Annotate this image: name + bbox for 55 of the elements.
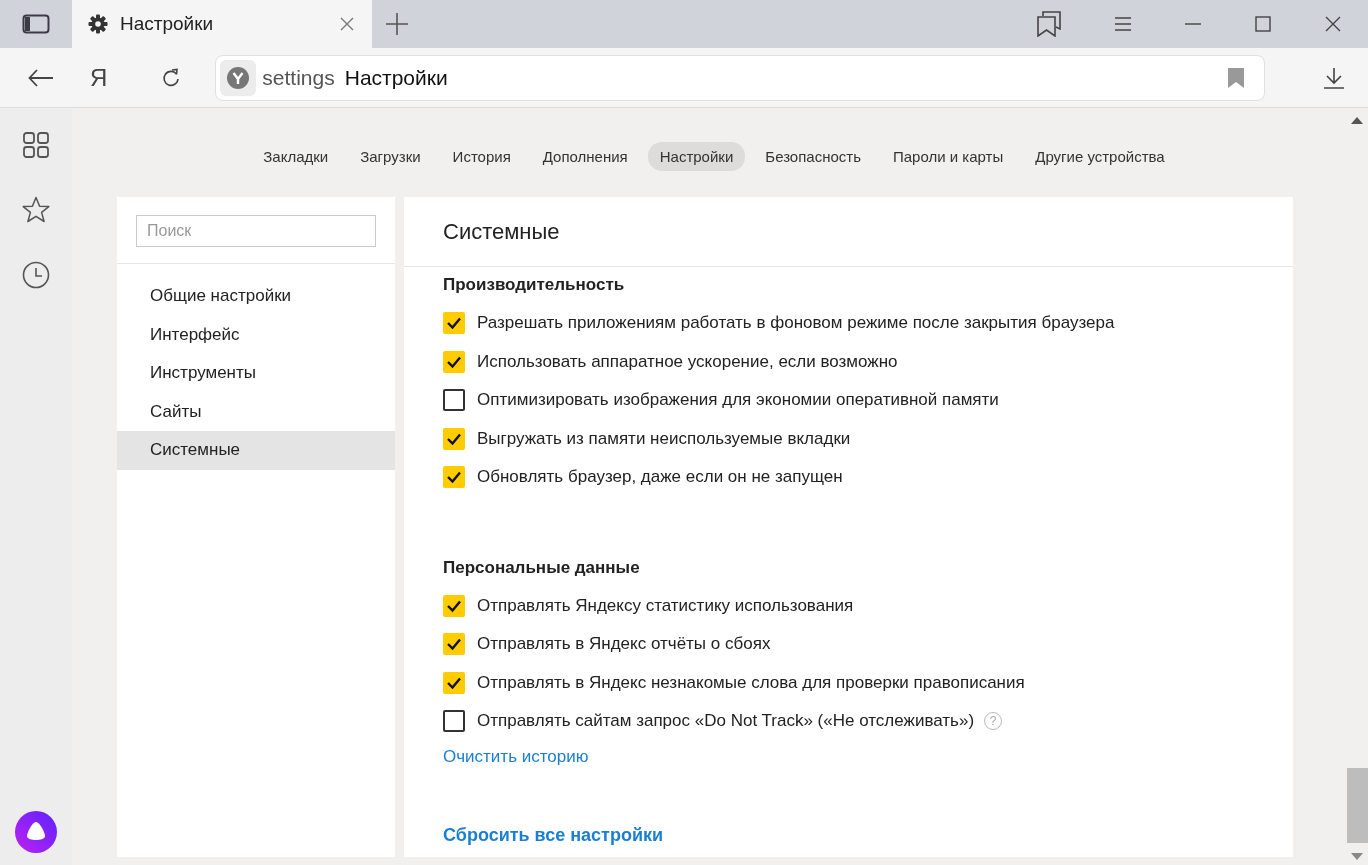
reset-settings-link[interactable]: Сбросить все настройки <box>443 824 664 846</box>
nav-tab[interactable]: Загрузки <box>348 142 433 171</box>
scroll-down-icon[interactable] <box>1351 853 1363 861</box>
sidebar-item[interactable]: Сайты <box>117 392 395 431</box>
sidebar-item[interactable]: Общие настройки <box>117 277 395 316</box>
option-label: Оптимизировать изображения для экономии оперативной памяти <box>477 390 999 411</box>
maximize-icon[interactable] <box>1255 16 1271 32</box>
page-title: Настройки <box>344 65 448 90</box>
assistant-icon[interactable] <box>15 811 57 853</box>
close-icon[interactable] <box>340 17 354 31</box>
nav-tab[interactable]: Закладки <box>251 142 341 171</box>
section-title: Системные <box>443 218 560 245</box>
option-label: Отправлять Яндексу статистику использования <box>477 595 854 616</box>
grid-icon[interactable] <box>23 132 49 158</box>
option-label: Отправлять в Яндекс незнакомые слова для проверки правописания <box>477 672 1025 693</box>
option-label: Использовать аппаратное ускорение, если возможно <box>477 351 898 372</box>
search-field[interactable]: Поиск <box>136 215 376 247</box>
new-tab-icon[interactable] <box>386 13 408 35</box>
checkbox[interactable] <box>443 710 465 733</box>
clock-icon[interactable] <box>22 261 50 289</box>
browser-tab[interactable]: Настройки <box>72 0 372 48</box>
reload-icon[interactable] <box>161 67 182 88</box>
menu-icon[interactable] <box>1115 17 1131 31</box>
option-label: Разрешать приложениям работать в фоновом режиме после закрытия браузера <box>477 313 1115 334</box>
nav-tab[interactable]: История <box>440 142 523 171</box>
url-text: settings <box>262 65 335 90</box>
nav-tab[interactable]: Пароли и карты <box>881 142 1016 171</box>
scroll-up-icon[interactable] <box>1351 116 1363 124</box>
gear-icon <box>88 14 108 34</box>
close-icon[interactable] <box>1325 16 1341 32</box>
option-label: Выгружать из памяти неиспользуемые вкладки <box>477 428 851 449</box>
nav-tab[interactable]: Другие устройства <box>1023 142 1177 171</box>
yandex-logo-icon <box>227 66 250 89</box>
clear-history-link[interactable]: Очистить историю <box>443 746 589 767</box>
back-icon[interactable] <box>28 68 54 87</box>
tabs-icon[interactable] <box>22 14 50 34</box>
nav-tab[interactable]: Дополнения <box>530 142 640 171</box>
nav-tab[interactable]: Настройки <box>647 142 746 171</box>
option-label: Отправлять в Яндекс отчёты о сбоях <box>477 634 771 655</box>
star-icon[interactable] <box>22 196 50 223</box>
sidebar-item[interactable]: Системные <box>117 431 395 470</box>
checkbox[interactable] <box>443 389 465 412</box>
download-icon[interactable] <box>1323 66 1346 89</box>
bookmark-icon[interactable] <box>1228 67 1245 88</box>
address-bar[interactable]: settings Настройки <box>215 54 1266 101</box>
yandex-button[interactable]: Я <box>90 63 108 92</box>
group-title: Персональные данные <box>443 556 641 579</box>
sidebar-item[interactable]: Инструменты <box>117 354 395 393</box>
group-title: Производительность <box>443 274 626 296</box>
scrollbar-thumb[interactable] <box>1346 768 1368 843</box>
bookmarks-icon[interactable] <box>1037 11 1061 37</box>
option-label: Обновлять браузер, даже если он не запущен <box>477 467 843 488</box>
option-label: Отправлять сайтам запрос «Do Not Track» («Не отслеживать») <box>477 711 975 732</box>
nav-tab[interactable]: Безопасность <box>753 142 873 171</box>
sidebar-item[interactable]: Интерфейс <box>117 315 395 354</box>
